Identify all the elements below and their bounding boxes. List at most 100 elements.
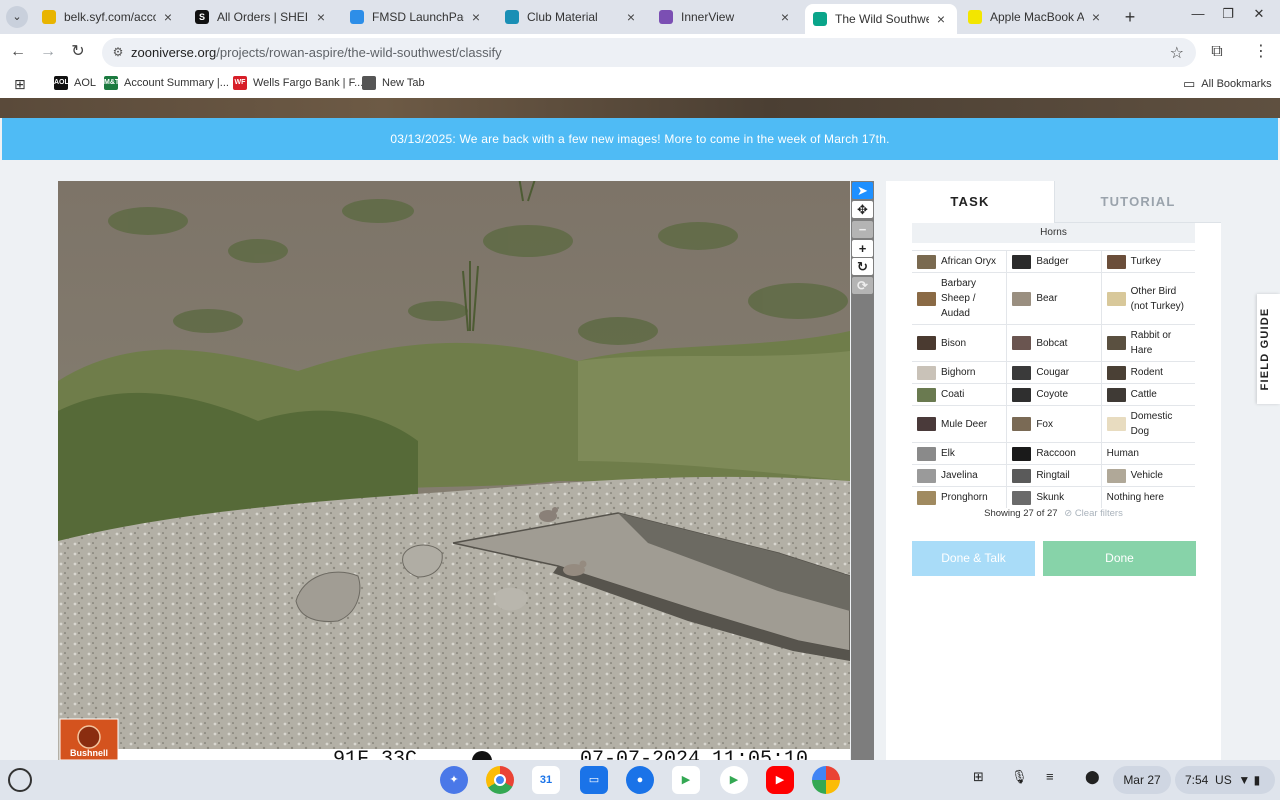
species-choice[interactable]: Rabbit or Hare [1100, 325, 1195, 361]
bookmark-item[interactable]: AOL AOL [54, 76, 96, 90]
species-choice[interactable]: Fox [1006, 406, 1100, 442]
browser-tab[interactable]: The Wild Southwest × [805, 4, 957, 34]
site-info-icon[interactable]: ⚙ [110, 44, 126, 60]
screen-capture-icon[interactable]: ⊞ [973, 769, 984, 785]
species-thumbnail [1106, 254, 1126, 269]
bookmark-item[interactable]: New Tab [362, 76, 425, 90]
more-menu-icon[interactable]: ⋮ [1250, 41, 1272, 63]
all-bookmarks[interactable]: ▭ All Bookmarks [1183, 76, 1272, 92]
youtube-icon[interactable]: ▶ [766, 766, 794, 794]
tab-close-icon[interactable]: × [1088, 9, 1104, 25]
notes-icon[interactable]: ≡ [1046, 769, 1054, 784]
extensions-icon[interactable]: ⧉ [1206, 41, 1228, 63]
species-choice[interactable]: Skunk [1006, 487, 1100, 508]
move-icon[interactable]: ✥ [852, 201, 873, 218]
species-name: Coyote [1036, 389, 1069, 400]
species-choice[interactable]: Vehicle [1100, 465, 1195, 486]
play-store-icon[interactable]: ▶ [720, 766, 748, 794]
species-choice[interactable]: Turkey [1100, 251, 1195, 272]
species-choice[interactable]: Nothing here [1100, 487, 1195, 508]
done-and-talk-button[interactable]: Done & Talk [912, 541, 1035, 576]
species-choice[interactable]: Rodent [1100, 362, 1195, 383]
tab-close-icon[interactable]: × [623, 9, 639, 25]
species-row: Pronghorn Skunk Nothing here [912, 486, 1195, 508]
launcher-icon[interactable] [8, 768, 32, 792]
date-pill[interactable]: Mar 27 [1113, 766, 1171, 794]
species-choice[interactable]: Javelina [912, 465, 1006, 486]
tab-close-icon[interactable]: × [777, 9, 793, 25]
species-choice[interactable]: Cougar [1006, 362, 1100, 383]
minimize-icon[interactable]: — [1187, 6, 1209, 26]
browser-tab[interactable]: belk.syf.com/accoun × [34, 4, 184, 30]
back-icon[interactable]: ← [7, 41, 29, 63]
tab-search-icon[interactable]: ⌄ [6, 6, 28, 28]
gemini-icon[interactable]: ✦ [440, 766, 468, 794]
meet-icon[interactable]: ▶ [672, 766, 700, 794]
species-row: Bison Bobcat Rabbit or Hare [912, 324, 1195, 361]
browser-tab[interactable]: Club Material × [497, 4, 647, 30]
species-choice[interactable]: Bear [1006, 273, 1100, 324]
messages-icon[interactable]: ● [626, 766, 654, 794]
tab-close-icon[interactable]: × [160, 9, 176, 25]
species-choice[interactable]: Raccoon [1006, 443, 1100, 464]
species-grid: African Oryx Badger Turkey Barbary Sheep / … [912, 250, 1195, 508]
tab-close-icon[interactable]: × [933, 11, 949, 27]
microphone-icon[interactable]: 🎙 [1011, 769, 1028, 785]
species-choice[interactable]: Elk [912, 443, 1006, 464]
species-choice[interactable]: Badger [1006, 251, 1100, 272]
filter-horns[interactable]: Horns [912, 223, 1195, 243]
bookmark-item[interactable]: WF Wells Fargo Bank | F... [233, 76, 363, 90]
species-choice[interactable]: Bison [912, 325, 1006, 361]
tab-close-icon[interactable]: × [313, 9, 329, 25]
photos-icon[interactable] [812, 766, 840, 794]
species-choice[interactable]: Pronghorn [912, 487, 1006, 508]
bookmark-item[interactable]: M&T Account Summary |... [104, 76, 229, 90]
assistant-icon[interactable]: ⬤ [1085, 769, 1100, 785]
species-choice[interactable]: Bobcat [1006, 325, 1100, 361]
species-choice[interactable]: Coyote [1006, 384, 1100, 405]
browser-tab[interactable]: InnerView × [651, 4, 801, 30]
restore-icon[interactable]: ❐ [1217, 6, 1239, 26]
tab-tutorial[interactable]: TUTORIAL [1054, 181, 1221, 223]
species-choice[interactable]: African Oryx [912, 251, 1006, 272]
status-area[interactable]: 7:54 US ▼ ▮ [1175, 766, 1275, 794]
species-choice[interactable]: Bighorn [912, 362, 1006, 383]
forward-icon[interactable]: → [37, 41, 59, 63]
browser-tab[interactable]: FMSD LaunchPad × [342, 4, 492, 30]
address-bar[interactable]: ⚙ zooniverse.org/projects/rowan-aspire/t… [102, 38, 1196, 67]
zoom-out-icon[interactable]: − [852, 221, 873, 238]
close-window-icon[interactable]: ✕ [1248, 6, 1270, 26]
new-tab-button[interactable]: + [1119, 6, 1141, 28]
tab-close-icon[interactable]: × [468, 9, 484, 25]
species-thumbnail [917, 468, 936, 483]
browser-tab[interactable]: S All Orders | SHEIN × [187, 4, 337, 30]
species-choice[interactable]: Coati [912, 384, 1006, 405]
done-button[interactable]: Done [1043, 541, 1196, 576]
rotate-icon[interactable]: ↻ [852, 258, 873, 275]
species-choice[interactable]: Other Bird (not Turkey) [1100, 273, 1195, 324]
tab-title: All Orders | SHEIN [217, 10, 309, 24]
calendar-icon[interactable]: 31 [532, 766, 560, 794]
species-choice[interactable]: Domestic Dog [1100, 406, 1195, 442]
species-choice[interactable]: Human [1100, 443, 1195, 464]
chrome-icon[interactable] [486, 766, 514, 794]
tab-task[interactable]: TASK [886, 181, 1054, 223]
species-choice[interactable]: Barbary Sheep / Audad [912, 273, 1006, 324]
species-choice[interactable]: Cattle [1100, 384, 1195, 405]
species-thumbnail [917, 365, 936, 380]
trail-camera-photo: Bushnell 91F 33C 07-07-2024 11:05:10 [58, 181, 850, 760]
reload-icon[interactable]: ↻ [67, 41, 89, 63]
species-thumbnail [1012, 336, 1032, 350]
files-icon[interactable]: ▭ [580, 766, 608, 794]
field-guide-tab[interactable]: FIELD GUIDE [1257, 294, 1280, 404]
subject-image[interactable]: Bushnell 91F 33C 07-07-2024 11:05:10 [58, 181, 850, 760]
clear-filters-link[interactable]: ⊘ Clear filters [1064, 508, 1123, 519]
bookmark-star-icon[interactable]: ☆ [1170, 43, 1184, 63]
species-choice[interactable]: Mule Deer [912, 406, 1006, 442]
browser-tab[interactable]: Apple MacBook Air L × [960, 4, 1112, 30]
zoom-in-icon[interactable]: + [852, 240, 873, 257]
annotate-pointer-icon[interactable]: ➤ [852, 182, 873, 199]
apps-grid-icon[interactable]: ⊞ [14, 76, 26, 93]
reset-icon[interactable]: ⟳ [852, 277, 873, 294]
species-choice[interactable]: Ringtail [1006, 465, 1100, 486]
